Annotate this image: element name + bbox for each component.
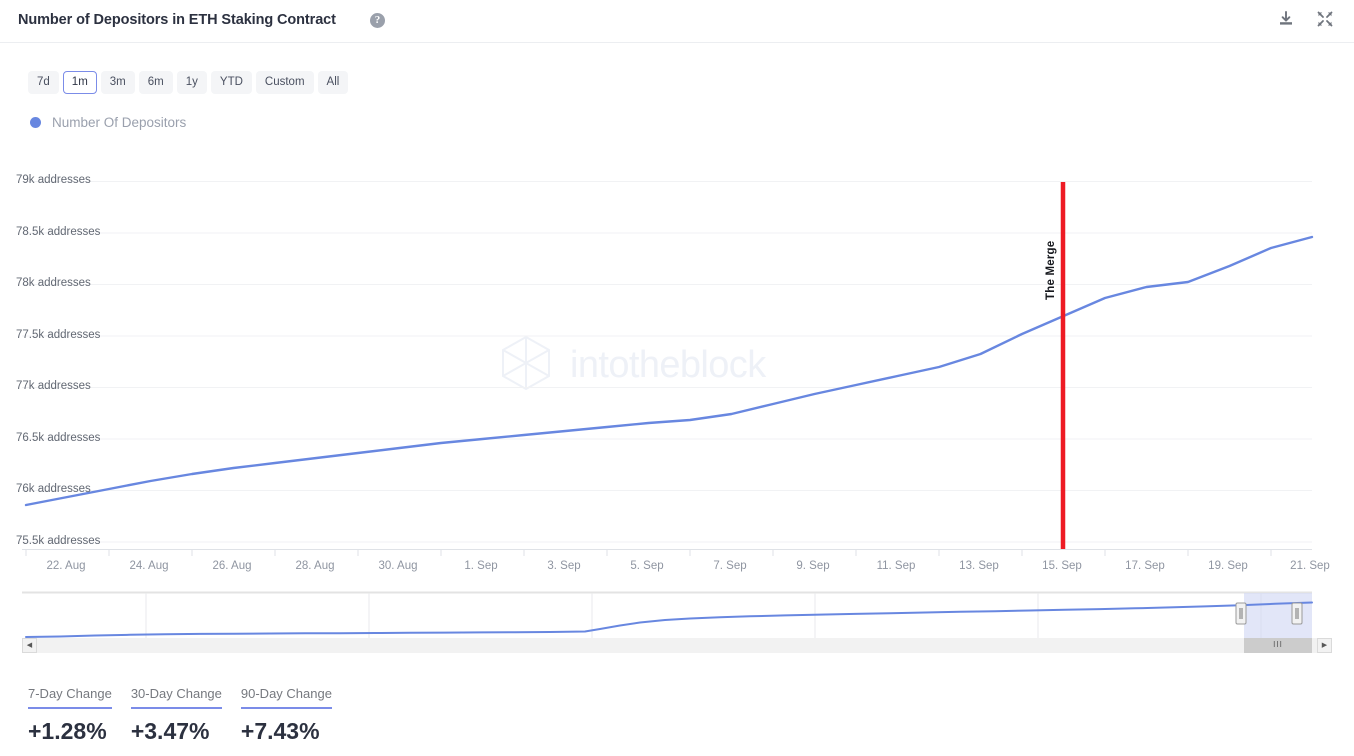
scroll-left-button[interactable]: ◀: [22, 638, 37, 653]
x-axis-label-9: 9. Sep: [796, 560, 830, 572]
legend-label: Number Of Depositors: [52, 115, 187, 130]
expand-fullscreen-icon[interactable]: [1316, 10, 1334, 28]
series-line-number-of-depositors: [24, 235, 1314, 507]
x-axis-label-1: 24. Aug: [129, 560, 169, 572]
stat-label: 30-Day Change: [130, 686, 222, 709]
x-axis-ticks: [25, 549, 1272, 556]
range-button-1m[interactable]: 1m: [62, 71, 97, 94]
x-axis-label-0: 22. Aug: [46, 560, 86, 572]
range-button-3m[interactable]: 3m: [100, 71, 135, 94]
change-stats: 7-Day Change +1.28% 30-Day Change +3.47%…: [28, 686, 332, 745]
x-axis-label-14: 19. Sep: [1208, 560, 1248, 572]
navigator-scrollbar[interactable]: ◀ III ▶: [22, 638, 1332, 653]
range-button-all[interactable]: All: [317, 71, 349, 94]
y-axis-label-0: 79k addresses: [16, 174, 91, 186]
x-axis-label-5: 1. Sep: [464, 560, 498, 572]
x-axis-label-15: 21. Sep: [1290, 560, 1330, 572]
x-axis-label-7: 5. Sep: [630, 560, 664, 572]
page-title: Number of Depositors in ETH Staking Cont…: [18, 12, 336, 28]
scrollbar-thumb[interactable]: III: [1244, 638, 1312, 653]
stat-value: +1.28%: [28, 718, 107, 744]
gridlines: [22, 181, 1312, 543]
download-icon[interactable]: [1277, 10, 1295, 28]
range-selector: 7d 1m 3m 6m 1y YTD Custom All: [28, 71, 349, 94]
x-axis-label-12: 15. Sep: [1042, 560, 1082, 572]
widget-header: Number of Depositors in ETH Staking Cont…: [0, 0, 1354, 43]
x-axis-label-3: 28. Aug: [295, 560, 335, 572]
x-axis-label-4: 30. Aug: [378, 560, 418, 572]
chart-svg: [22, 181, 1314, 556]
legend-color-dot: [30, 117, 41, 128]
x-axis-label-11: 13. Sep: [959, 560, 999, 572]
x-axis-label-6: 3. Sep: [547, 560, 581, 572]
scroll-right-button[interactable]: ▶: [1317, 638, 1332, 653]
y-axis-label-2: 78k addresses: [16, 277, 91, 289]
y-axis-label-3: 77.5k addresses: [16, 329, 101, 341]
stat-30-day-change: 30-Day Change +3.47%: [130, 686, 222, 745]
chart-plot-area[interactable]: 79k addresses 78.5k addresses 78k addres…: [0, 160, 1354, 572]
y-axis-label-6: 76k addresses: [16, 483, 91, 495]
y-axis-label-1: 78.5k addresses: [16, 226, 101, 238]
stat-label: 7-Day Change: [28, 686, 112, 709]
annotation-label-the-merge: The Merge: [1045, 240, 1057, 300]
legend-item-number-of-depositors[interactable]: Number Of Depositors: [30, 115, 186, 130]
help-circle-icon[interactable]: ?: [370, 13, 385, 28]
range-button-7d[interactable]: 7d: [28, 71, 59, 94]
range-button-custom[interactable]: Custom: [255, 71, 314, 94]
stat-90-day-change: 90-Day Change +7.43%: [240, 686, 332, 745]
x-axis-label-10: 11. Sep: [876, 560, 916, 572]
chart-widget: Number of Depositors in ETH Staking Cont…: [0, 0, 1354, 756]
stat-label: 90-Day Change: [240, 686, 332, 709]
y-axis-label-4: 77k addresses: [16, 380, 91, 392]
navigator-handle-left: [1235, 602, 1247, 625]
stat-7-day-change: 7-Day Change +1.28%: [28, 686, 112, 745]
navigator-handle-right: [1291, 602, 1303, 625]
header-actions: [1277, 10, 1334, 28]
range-button-6m[interactable]: 6m: [138, 71, 173, 94]
x-axis-label-8: 7. Sep: [713, 560, 747, 572]
range-button-1y[interactable]: 1y: [176, 71, 207, 94]
range-button-ytd[interactable]: YTD: [210, 71, 252, 94]
x-axis-label-2: 26. Aug: [212, 560, 252, 572]
navigator-gridlines: [145, 593, 1262, 638]
y-axis-label-5: 76.5k addresses: [16, 432, 101, 444]
stat-value: +7.43%: [240, 718, 320, 744]
navigator-series-line: [25, 601, 1313, 638]
y-axis-label-7: 75.5k addresses: [16, 535, 101, 547]
x-axis-label-13: 17. Sep: [1125, 560, 1165, 572]
stat-value: +3.47%: [130, 718, 210, 744]
